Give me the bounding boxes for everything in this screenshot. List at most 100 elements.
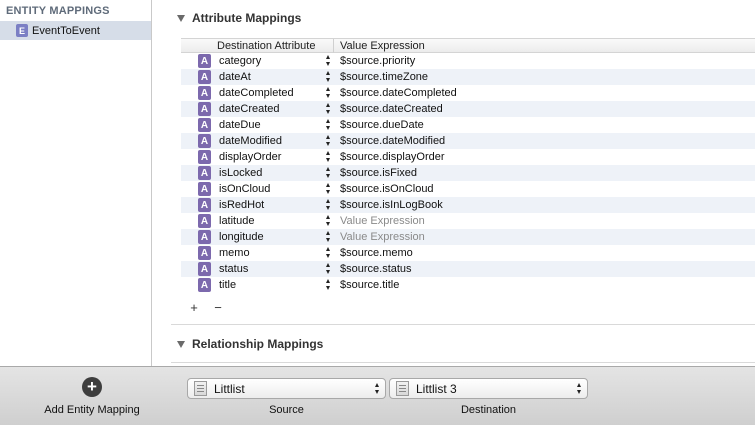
destination-popup[interactable]: Littlist 3 xyxy=(389,378,588,399)
add-remove-controls: + − xyxy=(188,300,224,315)
attribute-badge-icon: A xyxy=(198,182,211,196)
value-expression-field[interactable]: $source.dateModified xyxy=(340,135,445,147)
stepper-arrows-icon[interactable] xyxy=(325,167,331,178)
value-expression-field[interactable]: $source.title xyxy=(340,279,399,291)
destination-attribute: dateModified xyxy=(219,135,282,147)
add-entity-mapping-button[interactable]: + Add Entity Mapping xyxy=(36,377,148,416)
sidebar-item-eventtoevent[interactable]: E EventToEvent xyxy=(0,21,151,40)
model-file-icon xyxy=(194,381,207,396)
attribute-badge-icon: A xyxy=(198,118,211,132)
table-row[interactable]: AdateAt $source.timeZone xyxy=(181,69,755,85)
destination-attribute: memo xyxy=(219,247,250,259)
value-expression-field[interactable]: $source.status xyxy=(340,263,412,275)
destination-value: Littlist 3 xyxy=(416,381,457,396)
attribute-badge-icon: A xyxy=(198,230,211,244)
value-expression-field[interactable]: $source.isInLogBook xyxy=(340,199,443,211)
remove-attribute-button[interactable]: − xyxy=(212,300,224,315)
table-row[interactable]: Astatus $source.status xyxy=(181,261,755,277)
add-attribute-button[interactable]: + xyxy=(188,300,200,315)
add-circle-icon[interactable]: + xyxy=(82,377,102,397)
stepper-arrows-icon[interactable] xyxy=(325,55,331,66)
destination-attribute: status xyxy=(219,263,249,275)
attribute-badge-icon: A xyxy=(198,214,211,228)
attribute-mappings-header[interactable]: Attribute Mappings xyxy=(177,11,301,25)
table-row[interactable]: AdateDue $source.dueDate xyxy=(181,117,755,133)
table-row[interactable]: Amemo $source.memo xyxy=(181,245,755,261)
destination-attribute: dateCreated xyxy=(219,103,280,115)
destination-attribute: displayOrder xyxy=(219,151,282,163)
stepper-arrows-icon[interactable] xyxy=(325,103,331,114)
attribute-badge-icon: A xyxy=(198,166,211,180)
table-body: Acategory $source.priority AdateAt $source.… xyxy=(181,53,755,293)
column-header-value[interactable]: Value Expression xyxy=(340,40,425,52)
bottom-toolbar: + Add Entity Mapping Littlist Source Lit… xyxy=(0,366,755,425)
value-expression-field[interactable]: $source.priority xyxy=(340,55,415,67)
stepper-arrows-icon[interactable] xyxy=(325,87,331,98)
stepper-arrows-icon[interactable] xyxy=(325,231,331,242)
stepper-arrows-icon[interactable] xyxy=(325,183,331,194)
stepper-arrows-icon[interactable] xyxy=(325,263,331,274)
table-header: Destination Attribute Value Expression xyxy=(181,38,755,53)
stepper-arrows-icon[interactable] xyxy=(325,215,331,226)
stepper-arrows-icon[interactable] xyxy=(325,71,331,82)
source-caption: Source xyxy=(269,404,304,416)
entity-mappings-sidebar: ENTITY MAPPINGS E EventToEvent xyxy=(0,0,152,366)
stepper-arrows-icon[interactable] xyxy=(325,151,331,162)
attribute-badge-icon: A xyxy=(198,246,211,260)
attribute-badge-icon: A xyxy=(198,278,211,292)
entity-badge-icon: E xyxy=(16,24,28,37)
table-row[interactable]: AdateModified $source.dateModified xyxy=(181,133,755,149)
value-expression-field[interactable]: $source.displayOrder xyxy=(340,151,445,163)
attribute-badge-icon: A xyxy=(198,262,211,276)
attribute-mappings-title: Attribute Mappings xyxy=(192,11,302,25)
table-row[interactable]: Alatitude Value Expression xyxy=(181,213,755,229)
source-value: Littlist xyxy=(214,381,245,396)
section-divider xyxy=(171,324,755,325)
value-expression-field[interactable]: $source.isFixed xyxy=(340,167,417,179)
table-row[interactable]: AisRedHot $source.isInLogBook xyxy=(181,197,755,213)
stepper-arrows-icon xyxy=(375,383,379,394)
table-row[interactable]: AisOnCloud $source.isOnCloud xyxy=(181,181,755,197)
value-expression-field[interactable]: $source.dueDate xyxy=(340,119,424,131)
stepper-arrows-icon[interactable] xyxy=(325,279,331,290)
destination-attribute: dateAt xyxy=(219,71,251,83)
value-expression-field[interactable]: $source.isOnCloud xyxy=(340,183,434,195)
attribute-mappings-table: Destination Attribute Value Expression A… xyxy=(181,38,755,293)
table-row[interactable]: AisLocked $source.isFixed xyxy=(181,165,755,181)
table-row[interactable]: AdisplayOrder $source.displayOrder xyxy=(181,149,755,165)
attribute-badge-icon: A xyxy=(198,134,211,148)
table-row[interactable]: AdateCreated $source.dateCreated xyxy=(181,101,755,117)
disclosure-triangle-icon[interactable] xyxy=(177,14,185,22)
attribute-badge-icon: A xyxy=(198,150,211,164)
table-row[interactable]: Acategory $source.priority xyxy=(181,53,755,69)
destination-attribute: dateCompleted xyxy=(219,87,294,99)
value-expression-field[interactable]: Value Expression xyxy=(340,215,425,227)
relationship-mappings-title: Relationship Mappings xyxy=(192,337,324,351)
attribute-badge-icon: A xyxy=(198,102,211,116)
stepper-arrows-icon[interactable] xyxy=(325,135,331,146)
value-expression-field[interactable]: $source.timeZone xyxy=(340,71,428,83)
disclosure-triangle-icon[interactable] xyxy=(177,340,185,348)
destination-caption: Destination xyxy=(460,404,517,416)
destination-attribute: isRedHot xyxy=(219,199,265,211)
value-expression-field[interactable]: $source.dateCompleted xyxy=(340,87,457,99)
value-expression-field[interactable]: $source.dateCreated xyxy=(340,103,443,115)
stepper-arrows-icon[interactable] xyxy=(325,247,331,258)
relationship-mappings-header[interactable]: Relationship Mappings xyxy=(177,337,323,351)
column-separator xyxy=(333,39,334,53)
stepper-arrows-icon[interactable] xyxy=(325,119,331,130)
attribute-badge-icon: A xyxy=(198,70,211,84)
table-row[interactable]: Atitle $source.title xyxy=(181,277,755,293)
value-expression-field[interactable]: Value Expression xyxy=(340,231,425,243)
destination-attribute: isOnCloud xyxy=(219,183,271,195)
stepper-arrows-icon[interactable] xyxy=(325,199,331,210)
model-file-icon xyxy=(396,381,409,396)
stepper-arrows-icon xyxy=(577,383,581,394)
attribute-badge-icon: A xyxy=(198,86,211,100)
table-row[interactable]: Alongitude Value Expression xyxy=(181,229,755,245)
value-expression-field[interactable]: $source.memo xyxy=(340,247,413,259)
destination-attribute: isLocked xyxy=(219,167,263,179)
column-header-destination[interactable]: Destination Attribute xyxy=(217,40,315,52)
source-popup[interactable]: Littlist xyxy=(187,378,386,399)
table-row[interactable]: AdateCompleted $source.dateCompleted xyxy=(181,85,755,101)
